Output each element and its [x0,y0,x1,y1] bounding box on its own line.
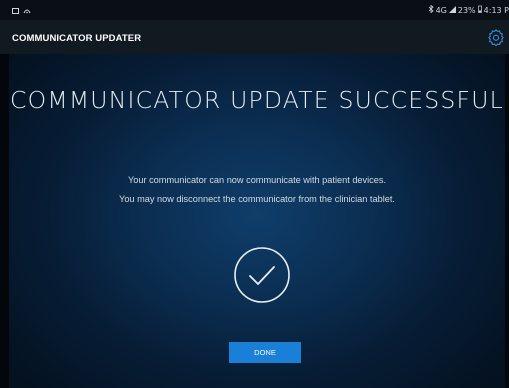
left-edge [0,54,9,388]
device-screen: 4G 23% 4:13 P COMMUNICATOR UPDATER COMMU… [0,0,509,388]
status-right-icons: 4G 23% 4:13 P [428,4,509,15]
gear-icon [488,29,504,47]
network-type: 4G [435,5,447,15]
status-left-icons [12,6,31,16]
message-line-2: You may now disconnect the communicator … [119,194,395,204]
clock: 4:13 P [483,5,509,15]
bluetooth-icon [428,4,434,15]
done-button[interactable]: DONE [229,342,301,363]
app-title: COMMUNICATOR UPDATER [12,33,142,44]
settings-button[interactable] [487,28,505,47]
network-icon [448,5,456,15]
main-panel: COMMUNICATOR UPDATE SUCCESSFUL Your comm… [9,54,505,388]
signal-icon [23,6,31,16]
app-header: COMMUNICATOR UPDATER [0,20,509,54]
checkmark-circle-icon [232,245,292,305]
battery-percent: 23% [457,5,476,15]
right-edge [505,54,509,388]
gallery-icon [12,8,19,14]
battery-icon [477,5,482,15]
success-heading: COMMUNICATOR UPDATE SUCCESSFUL [10,86,504,114]
status-bar: 4G 23% 4:13 P [0,0,509,20]
message-line-1: Your communicator can now communicate wi… [127,175,387,185]
